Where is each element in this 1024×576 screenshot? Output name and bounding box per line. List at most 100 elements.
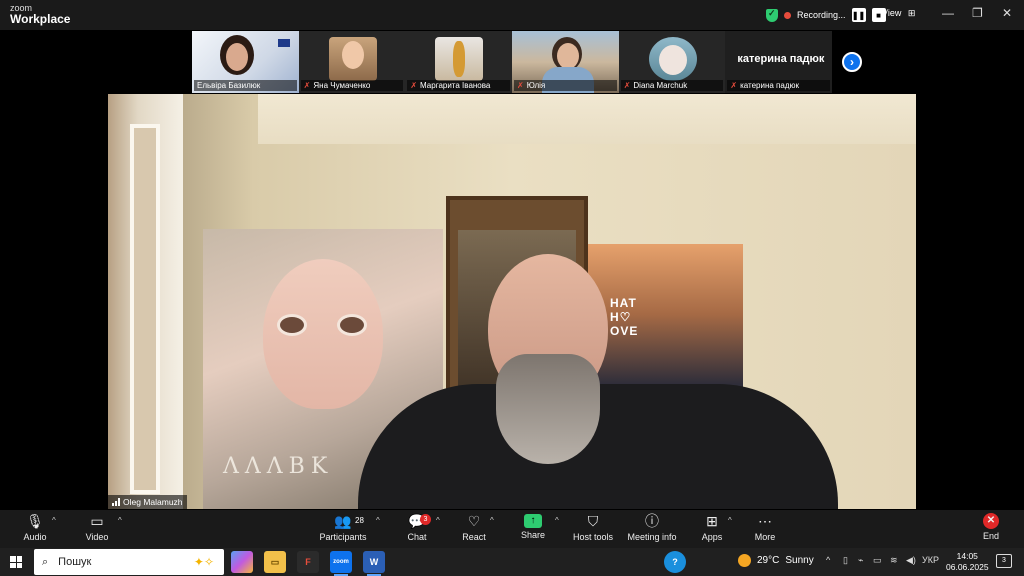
meeting-toolbar: 🎙 Audio ^ ▭ Video ^ 👥 Participants 28 ^ … (0, 510, 1024, 548)
search-placeholder: Пошук (58, 556, 92, 568)
participants-caret-icon[interactable]: ^ (376, 516, 380, 525)
clock-time: 14:05 (956, 551, 978, 561)
participants-button[interactable]: 👥 Participants (308, 510, 378, 548)
view-label: View (882, 8, 902, 18)
mic-off-icon: ✗ (623, 81, 631, 90)
wall-poster-text: HAT H♡ OVE (610, 296, 638, 338)
participant-name: Маргарита Іванова (420, 81, 491, 90)
microphone-icon: 🎙 (26, 513, 44, 529)
weather-desc: Sunny (785, 555, 814, 566)
video-ceiling (258, 94, 916, 144)
audio-options-caret-icon[interactable]: ^ (52, 516, 56, 525)
chevron-right-icon[interactable]: › (842, 52, 862, 72)
participant-caption: ✗ Яна Чумаченко (300, 80, 404, 91)
video-options-caret-icon[interactable]: ^ (118, 516, 122, 525)
clock-date: 06.06.2025 (946, 562, 989, 572)
participant-caption: Ельвіра Базилюк (194, 80, 297, 91)
participant-name: Юлія (526, 81, 546, 90)
active-speaker-video: ΛΛΛΒΚ HAT H♡ OVE Oleg Malamuzh (108, 94, 916, 509)
sun-icon (738, 554, 751, 567)
poster-eye (337, 314, 367, 336)
pause-icon[interactable]: ❚❚ (851, 8, 866, 22)
video-label: Video (85, 532, 109, 542)
usb-icon[interactable]: ⌁ (858, 555, 863, 566)
more-button[interactable]: ⋯ More (730, 510, 800, 548)
speaker-name-tag: Oleg Malamuzh (108, 495, 187, 509)
file-explorer-icon[interactable]: ▭ (264, 551, 286, 573)
participants-count: 28 (355, 516, 364, 525)
close-button[interactable]: ✕ (1002, 6, 1012, 20)
sparkle-icon: ✦✧ (193, 555, 214, 569)
mic-off-icon: ✗ (517, 81, 524, 90)
signal-icon (112, 498, 120, 506)
figma-icon[interactable]: F (297, 551, 319, 573)
taskbar-search[interactable]: ⌕ Пошук ✦✧ (34, 549, 224, 575)
poster-text-line: OVE (610, 324, 639, 338)
notification-icon[interactable]: 3 (996, 554, 1012, 568)
participant-tile[interactable]: Ельвіра Базилюк (192, 31, 299, 93)
chat-badge: 3 (420, 514, 431, 525)
window-sash (130, 124, 160, 494)
search-icon: ⌕ (42, 555, 49, 568)
poster-face (263, 259, 383, 409)
speaker-beard (496, 354, 600, 464)
windows-start-icon[interactable] (10, 556, 22, 568)
participants-label: Participants (319, 532, 367, 542)
zoom-taskbar-icon[interactable]: zoom (330, 551, 352, 576)
audio-button[interactable]: 🎙 Audio (0, 510, 70, 548)
mic-off-icon: ✗ (303, 81, 311, 90)
react-caret-icon[interactable]: ^ (490, 516, 494, 525)
shield-icon[interactable] (766, 8, 778, 22)
poster-text-line: HAT (610, 296, 637, 310)
participant-tile[interactable]: ✗ Diana Marchuk (618, 31, 726, 93)
windows-taskbar: ⌕ Пошук ✦✧ ▭ F zoom W ? 29°C Sunny ^ ▯ ⌁… (0, 548, 1024, 576)
participant-name: Яна Чумаченко (313, 81, 371, 90)
participant-big-name: катерина падюк (737, 53, 825, 65)
weather-widget[interactable]: 29°C Sunny (738, 554, 814, 567)
participant-name: Diana Marchuk (633, 81, 688, 90)
end-call-icon: ✕ (983, 513, 999, 529)
participant-tile[interactable]: катерина падюк ✗ катерина падюк (725, 31, 833, 93)
mic-off-icon: ✗ (410, 81, 418, 90)
view-grid-icon: ⊞ (907, 8, 916, 18)
participant-tile[interactable]: ✗ Маргарита Іванова (405, 31, 513, 93)
end-button[interactable]: ✕ End (956, 510, 1024, 548)
participant-name: Ельвіра Базилюк (197, 81, 261, 90)
audio-label: Audio (23, 532, 47, 542)
recording-indicator[interactable]: Recording... ❚❚ ■ (766, 7, 886, 23)
participant-tile[interactable]: ✗ Юлія (512, 31, 619, 93)
tray-chevron-icon[interactable]: ^ (826, 555, 830, 565)
recording-label: Recording... (797, 10, 846, 20)
zoom-logo: zoom Workplace (10, 3, 70, 25)
copilot-icon[interactable] (231, 551, 253, 573)
more-label: More (754, 532, 776, 542)
word-icon[interactable]: W (363, 551, 385, 576)
end-label: End (982, 531, 999, 541)
minimize-button[interactable]: — (942, 6, 954, 20)
view-button[interactable]: View ⊞ (882, 8, 915, 19)
participant-caption: ✗ Diana Marchuk (620, 80, 724, 91)
maximize-button[interactable]: ❐ (972, 6, 983, 20)
video-window (108, 94, 183, 509)
participant-caption: ✗ Маргарита Іванова (407, 80, 511, 91)
speaker-name: Oleg Malamuzh (123, 497, 183, 507)
poster-eye (277, 314, 307, 336)
poster-text-line: H♡ (610, 310, 632, 324)
volume-icon[interactable]: ◀) (906, 555, 916, 566)
wifi-icon[interactable]: ≋ (890, 555, 898, 566)
taskbar-clock[interactable]: 14:05 06.06.2025 (946, 551, 989, 573)
participant-tile[interactable]: ✗ Яна Чумаченко (298, 31, 406, 93)
mic-off-icon: ✗ (730, 81, 738, 90)
participant-caption: ✗ Юлія (514, 80, 617, 91)
recording-dot-icon (784, 11, 791, 19)
more-icon: ⋯ (758, 513, 772, 529)
logo-line-2: Workplace (10, 12, 71, 26)
help-icon[interactable]: ? (664, 551, 686, 573)
gallery-strip: Ельвіра Базилюк ✗ Яна Чумаченко ✗ Маргарит… (192, 31, 833, 93)
battery-icon[interactable]: ▭ (873, 555, 882, 566)
participant-name: катерина падюк (740, 81, 799, 90)
phone-link-icon[interactable]: ▯ (843, 555, 848, 566)
title-bar: zoom Workplace Recording... ❚❚ ■ View ⊞ … (0, 0, 1024, 30)
participant-caption: ✗ катерина падюк (727, 80, 831, 91)
language-indicator[interactable]: УКР (922, 555, 939, 565)
